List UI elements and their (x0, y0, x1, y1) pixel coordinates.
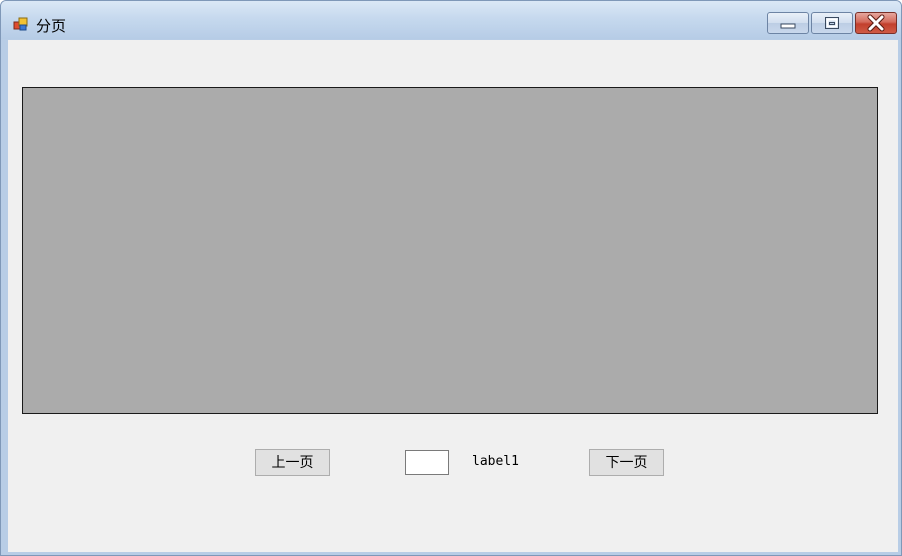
page-status-label: label1 (472, 454, 519, 469)
next-page-button[interactable]: 下一页 (589, 449, 664, 476)
previous-page-button[interactable]: 上一页 (255, 449, 330, 476)
minimize-button[interactable] (767, 12, 809, 34)
app-icon (13, 17, 28, 31)
client-area: 上一页 label1 下一页 (8, 40, 898, 552)
close-button[interactable] (855, 12, 897, 34)
maximize-button[interactable] (811, 12, 853, 34)
window-title: 分页 (36, 17, 67, 35)
page-number-input[interactable] (405, 450, 449, 475)
minimize-icon (780, 23, 796, 29)
app-window: 分页 上一页 label1 下一页 (0, 0, 902, 556)
maximize-icon (825, 17, 839, 29)
title-bar[interactable]: 分页 (1, 1, 901, 39)
close-icon (867, 14, 885, 32)
content-panel (22, 87, 878, 414)
